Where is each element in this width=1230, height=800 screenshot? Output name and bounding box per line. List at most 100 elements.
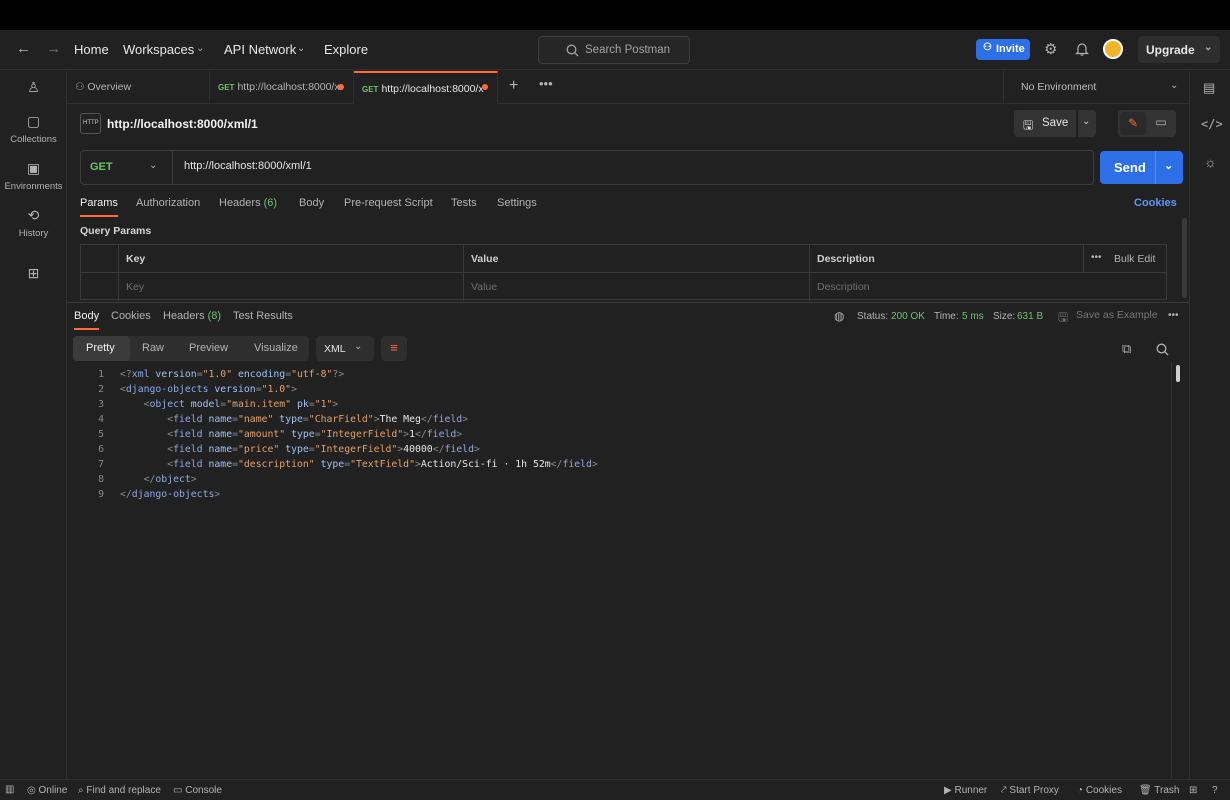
line-number: 7	[98, 459, 104, 470]
response-body-code[interactable]: 1 <?xml version="1.0" encoding="utf-8"?> …	[82, 367, 598, 502]
bulk-edit-button[interactable]: Bulk Edit	[1114, 253, 1155, 265]
size-value[interactable]: 631 B	[1017, 311, 1043, 322]
method-select[interactable]: GET ⌄	[81, 151, 173, 184]
comment-icon[interactable]: ▭	[1150, 115, 1172, 129]
more-tabs-icon[interactable]: •••	[539, 76, 553, 91]
save-disk-icon: 🖫	[1023, 118, 1034, 132]
sidebar-item-label: History	[18, 228, 49, 239]
description-input[interactable]: Description	[810, 273, 1166, 301]
send-button[interactable]: Send ⌄	[1100, 151, 1183, 184]
upgrade-label: Upgrade	[1146, 43, 1195, 57]
tab-headers[interactable]: Headers (6)	[219, 197, 277, 209]
cookie-icon: ◔	[1077, 785, 1086, 796]
view-raw[interactable]: Raw	[142, 342, 164, 354]
environment-selector[interactable]: No Environment ⌄	[1003, 71, 1189, 104]
sidebar-item-history[interactable]: ⟲ History	[0, 207, 67, 239]
online-check-icon: ◎	[27, 785, 39, 796]
user-profile-icon[interactable]: ♙	[0, 79, 67, 100]
nav-explore[interactable]: Explore	[324, 42, 368, 57]
nav-home[interactable]: Home	[74, 42, 109, 57]
tab-body[interactable]: Body	[299, 197, 324, 209]
console-button[interactable]: ▭ Console	[173, 785, 222, 796]
start-proxy-button[interactable]: ⤤ Start Proxy	[1001, 785, 1059, 796]
sidebar-item-collections[interactable]: ▢ Collections	[0, 113, 67, 145]
trash-button[interactable]: 🗑 Trash	[1139, 785, 1180, 796]
time-value[interactable]: 5 ms	[962, 311, 984, 322]
response-view-toggle: Pretty Raw Preview Visualize	[73, 336, 309, 361]
cookies-link[interactable]: Cookies	[1134, 197, 1177, 209]
user-avatar[interactable]	[1103, 39, 1123, 59]
headers-count: (6)	[263, 197, 278, 209]
globe-icon[interactable]: ◍	[834, 309, 844, 323]
nav-workspaces[interactable]: Workspaces	[123, 42, 194, 57]
save-dropdown-button[interactable]: ⌄	[1078, 110, 1096, 137]
tab-authorization[interactable]: Authorization	[136, 197, 200, 209]
notification-bell-icon[interactable]	[1075, 42, 1089, 57]
back-arrow-icon[interactable]: ←	[16, 40, 31, 57]
url-input[interactable]: http://localhost:8000/xml/1	[184, 160, 312, 172]
view-visualize[interactable]: Visualize	[254, 342, 298, 354]
status-value[interactable]: 200 OK	[891, 311, 925, 322]
chevron-down-icon[interactable]: ⌄	[1164, 159, 1173, 172]
format-select[interactable]: XML ⌄	[316, 336, 374, 361]
upgrade-button[interactable]: Upgrade ⌄	[1138, 36, 1220, 63]
nav-api-network[interactable]: API Network	[224, 42, 296, 57]
value-input[interactable]: Value	[464, 273, 810, 301]
view-preview[interactable]: Preview	[189, 342, 228, 354]
response-tab-headers[interactable]: Headers (8)	[163, 310, 221, 322]
online-status[interactable]: ◎ Online	[27, 785, 67, 796]
save-button[interactable]: 🖫 Save	[1014, 110, 1076, 137]
sidebar-item-configure[interactable]: ⊞	[0, 265, 67, 286]
tab-prerequest-script[interactable]: Pre-request Script	[344, 197, 433, 209]
code-line: 6 <field name="price" type="IntegerField…	[82, 442, 598, 457]
tab-params[interactable]: Params	[80, 197, 118, 217]
tab-overview[interactable]: ⚇ Overview	[67, 71, 210, 104]
find-label: Find and replace	[86, 785, 161, 796]
environment-quick-look-icon[interactable]: ▤	[1203, 80, 1215, 96]
copy-icon[interactable]: ⧉	[1122, 341, 1131, 357]
edit-comment-toggle: ✎ ▭	[1118, 110, 1176, 137]
more-options-icon[interactable]: •••	[1168, 310, 1179, 321]
new-tab-plus-icon[interactable]: +	[509, 77, 518, 95]
response-tab-test-results[interactable]: Test Results	[233, 310, 293, 322]
find-and-replace-button[interactable]: ⌕ Find and replace	[78, 785, 161, 796]
two-pane-view-icon[interactable]: ⊞	[1189, 785, 1197, 796]
response-tab-cookies[interactable]: Cookies	[111, 310, 151, 322]
code-line: 3 <object model="main.item" pk="1">	[82, 397, 598, 412]
view-pretty[interactable]: Pretty	[73, 336, 130, 361]
help-icon[interactable]: ?	[1212, 785, 1218, 796]
tab-request-1[interactable]: GET http://localhost:8000/x	[210, 71, 354, 104]
checkbox-column	[81, 245, 119, 273]
sidebar-item-environments[interactable]: ▣ Environments	[0, 160, 67, 192]
tab-tests[interactable]: Tests	[451, 197, 477, 209]
lightbulb-icon[interactable]: ☼	[1204, 154, 1217, 170]
tab-request-2[interactable]: GET http://localhost:8000/x	[354, 71, 498, 104]
pane-divider[interactable]	[67, 302, 1189, 303]
code-scrollbar-thumb[interactable]	[1176, 365, 1180, 382]
tab-settings[interactable]: Settings	[497, 197, 537, 209]
settings-gear-icon[interactable]: ⚙	[1044, 40, 1057, 58]
right-sidebar: ▤ </> ☼	[1189, 71, 1230, 779]
query-params-label: Query Params	[80, 225, 152, 237]
invite-button[interactable]: ⚇ Invite	[976, 39, 1030, 60]
response-tab-body[interactable]: Body	[74, 310, 100, 330]
wrap-lines-icon[interactable]: ≡	[381, 336, 407, 361]
tab-headers-label: Headers	[219, 197, 261, 209]
request-title[interactable]: http://localhost:8000/xml/1	[107, 117, 258, 131]
trash-icon: 🗑	[1139, 785, 1155, 796]
search-input[interactable]: Search Postman	[538, 36, 690, 64]
key-input[interactable]: Key	[119, 273, 464, 301]
runner-button[interactable]: ▶ Runner	[944, 785, 987, 796]
cookies-button[interactable]: ◔ Cookies	[1077, 785, 1122, 796]
toggle-sidebar-icon[interactable]: ▥	[5, 784, 14, 795]
online-label: Online	[38, 785, 68, 796]
request-scrollbar[interactable]	[1182, 218, 1187, 298]
unsaved-dot	[338, 84, 344, 90]
more-options-icon[interactable]: •••	[1091, 252, 1102, 263]
overview-icon: ⚇	[75, 81, 88, 93]
code-icon[interactable]: </>	[1201, 117, 1223, 131]
edit-pencil-icon[interactable]: ✎	[1120, 112, 1146, 135]
save-as-example-button[interactable]: Save as Example	[1076, 309, 1158, 321]
forward-arrow-icon[interactable]: →	[46, 40, 61, 57]
search-icon[interactable]	[1156, 343, 1169, 356]
